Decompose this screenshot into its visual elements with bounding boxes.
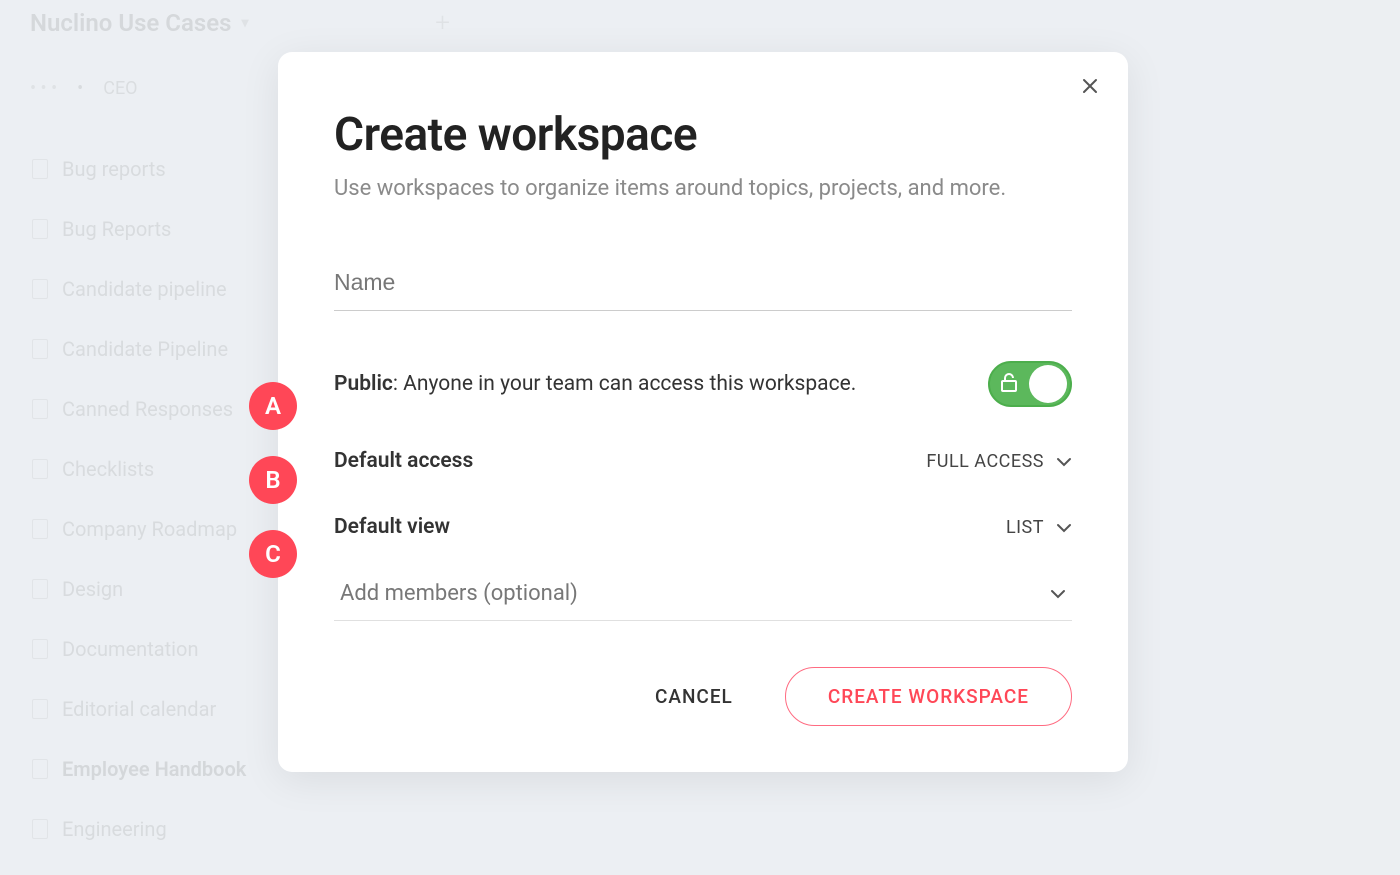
annotation-badge-a: A xyxy=(249,382,297,430)
modal-subtitle: Use workspaces to organize items around … xyxy=(334,176,1072,201)
modal-title: Create workspace xyxy=(334,108,1072,162)
public-toggle[interactable] xyxy=(988,361,1072,407)
public-row: Public: Anyone in your team can access t… xyxy=(334,361,1072,407)
modal-button-row: CANCEL CREATE WORKSPACE xyxy=(334,667,1072,726)
chevron-down-icon xyxy=(1056,451,1072,472)
chevron-down-icon xyxy=(1056,517,1072,538)
public-label: Public: Anyone in your team can access t… xyxy=(334,372,856,396)
add-members-select[interactable]: Add members (optional) xyxy=(334,581,1072,621)
default-view-dropdown[interactable]: LIST xyxy=(1006,517,1072,538)
default-access-row: Default access FULL ACCESS xyxy=(334,449,1072,473)
default-view-label: Default view xyxy=(334,515,450,539)
members-placeholder: Add members (optional) xyxy=(340,581,578,606)
close-icon[interactable] xyxy=(1080,76,1100,100)
annotation-badge-b: B xyxy=(249,456,297,504)
workspace-name-input[interactable] xyxy=(334,261,1072,311)
create-workspace-modal: Create workspace Use workspaces to organ… xyxy=(278,52,1128,772)
annotation-badge-c: C xyxy=(249,530,297,578)
default-access-dropdown[interactable]: FULL ACCESS xyxy=(926,451,1072,472)
create-workspace-button[interactable]: CREATE WORKSPACE xyxy=(785,667,1072,726)
default-view-row: Default view LIST xyxy=(334,515,1072,539)
default-access-label: Default access xyxy=(334,449,473,473)
unlock-icon xyxy=(1000,372,1018,396)
toggle-knob xyxy=(1029,365,1067,403)
cancel-button[interactable]: CANCEL xyxy=(645,669,743,724)
chevron-down-icon xyxy=(1050,584,1066,603)
